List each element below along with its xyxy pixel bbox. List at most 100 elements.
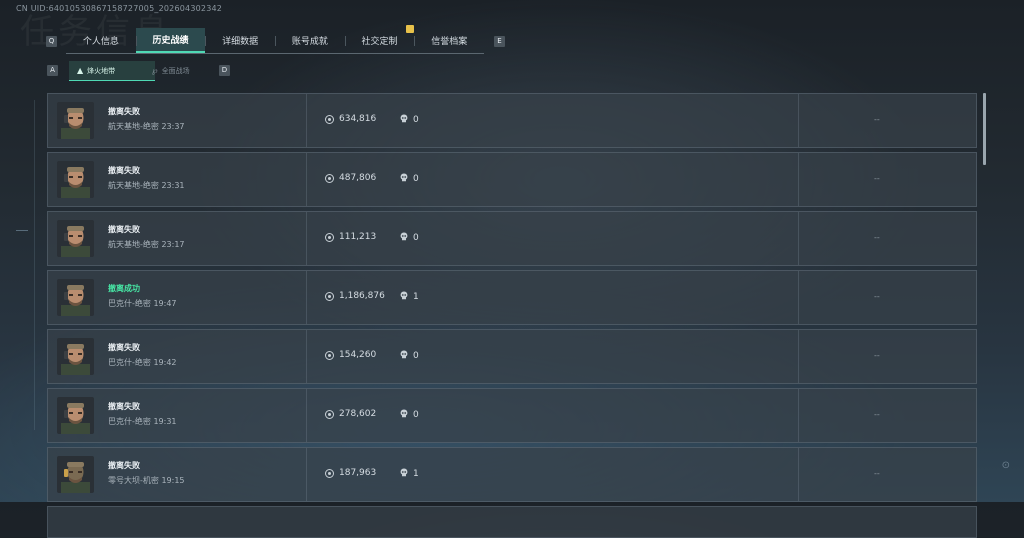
match-history-list: 撤离失败 航天基地-绝密 23:37 634,816 0 -- 撤离失败 航天基地-绝密 2… — [47, 93, 977, 538]
operator-avatar — [57, 161, 94, 198]
operations-icon: ▲ — [77, 66, 84, 75]
extra-info: -- — [874, 351, 880, 360]
coin-icon — [325, 232, 334, 242]
match-row-partial[interactable] — [47, 506, 977, 538]
column-divider — [798, 389, 799, 442]
match-row[interactable]: 撤离失败航天基地-绝密 23:31 487,806 0 -- — [47, 152, 977, 207]
map-name: 航天基地-绝密 — [108, 181, 159, 190]
map-name: 巴克什-绝密 — [108, 358, 151, 367]
subtab-battlefield-label: 全面战场 — [161, 66, 190, 75]
map-name: 航天基地-绝密 — [108, 122, 159, 131]
extracted-value: 111,213 — [325, 232, 376, 242]
match-result: 撤离失败 — [108, 225, 140, 234]
value-amount: 111,213 — [339, 232, 377, 242]
value-amount: 154,260 — [339, 350, 377, 360]
tab-3[interactable]: 账号成就 — [275, 28, 345, 53]
match-result: 撤离成功 — [108, 284, 140, 293]
operator-avatar — [57, 397, 94, 434]
column-divider — [306, 271, 307, 324]
player-uid: CN UID:6401053086715872​7005_20260430234… — [16, 4, 223, 13]
kill-count: 0 — [400, 409, 419, 421]
match-result: 撤离失败 — [108, 166, 140, 175]
match-time: 23:37 — [161, 122, 185, 131]
notification-badge-icon — [406, 25, 414, 33]
coin-icon — [325, 173, 334, 183]
subnav-next-key[interactable]: D — [219, 65, 230, 76]
match-row[interactable]: 撤离失败 零号大坝-机密 19:15 187,963 1 -- — [47, 447, 977, 502]
kill-count: 1 — [400, 468, 419, 480]
match-row[interactable]: 撤离成功巴克什-绝密 19:47 1,186,876 1 -- — [47, 270, 977, 325]
column-divider — [306, 389, 307, 442]
match-time: 19:31 — [153, 417, 177, 426]
kills-amount: 0 — [413, 233, 419, 243]
coin-icon — [325, 114, 334, 124]
match-result: 撤离失败 — [108, 461, 140, 470]
kill-count: 0 — [400, 232, 419, 244]
main-tabs: 个人信息 历史战绩 详细数据 账号成就 社交定制 信誉档案 — [66, 25, 484, 54]
column-divider — [798, 212, 799, 265]
operator-avatar — [57, 279, 94, 316]
operator-avatar — [57, 338, 94, 375]
extracted-value: 634,816 — [325, 114, 376, 124]
extra-info: -- — [874, 292, 880, 301]
map-name: 巴克什-绝密 — [108, 417, 151, 426]
extracted-value: 187,963 — [325, 468, 376, 478]
extra-info: -- — [874, 174, 880, 183]
extra-info: -- — [874, 115, 880, 124]
map-and-time: 巴克什-绝密 19:31 — [108, 416, 177, 427]
value-amount: 278,602 — [339, 409, 377, 419]
skull-icon — [400, 409, 408, 421]
match-row[interactable]: 撤离失败 巴克什-绝密 19:31 278,602 0 -- — [47, 388, 977, 443]
kill-count: 0 — [400, 173, 419, 185]
kills-amount: 0 — [413, 174, 419, 184]
kill-count: 0 — [400, 114, 419, 126]
map-and-time: 巴克什-绝密 19:47 — [108, 298, 177, 309]
battlefield-icon: ℘ — [152, 66, 158, 75]
kills-amount: 1 — [413, 292, 419, 302]
column-divider — [798, 448, 799, 501]
nav-next-key[interactable]: E — [494, 36, 505, 47]
match-row[interactable]: 撤离失败航天基地-绝密 23:17 111,213 0 -- — [47, 211, 977, 266]
skull-icon — [400, 173, 408, 185]
extracted-value: 278,602 — [325, 409, 376, 419]
coin-icon — [325, 350, 334, 360]
tab-1[interactable]: 历史战绩 — [135, 28, 206, 53]
subtab-battlefield[interactable]: ℘ 全面战场 — [144, 61, 220, 80]
value-amount: 634,816 — [339, 114, 377, 124]
column-divider — [306, 94, 307, 147]
tab-0[interactable]: 个人信息 — [66, 28, 136, 53]
map-and-time: 航天基地-绝密 23:37 — [108, 121, 185, 132]
column-divider — [798, 153, 799, 206]
kills-amount: 0 — [413, 115, 419, 125]
coin-icon — [325, 409, 334, 419]
match-time: 19:47 — [153, 299, 177, 308]
value-amount: 187,963 — [339, 468, 377, 478]
map-and-time: 零号大坝-机密 19:15 — [108, 475, 185, 486]
kills-amount: 0 — [413, 410, 419, 420]
tab-2[interactable]: 详细数据 — [205, 28, 275, 53]
skull-icon — [400, 114, 408, 126]
column-divider — [306, 212, 307, 265]
extracted-value: 487,806 — [325, 173, 376, 183]
scrollbar[interactable] — [983, 93, 986, 165]
corner-decor-icon: ⊙ — [1001, 460, 1010, 471]
value-amount: 1,186,876 — [339, 291, 385, 301]
map-name: 航天基地-绝密 — [108, 240, 159, 249]
extra-info: -- — [874, 233, 880, 242]
tab-4[interactable]: 社交定制 — [344, 28, 415, 53]
kills-amount: 0 — [413, 351, 419, 361]
map-and-time: 航天基地-绝密 23:17 — [108, 239, 185, 250]
match-time: 19:42 — [153, 358, 177, 367]
subtab-operations[interactable]: ▲ 烽火地带 — [69, 61, 155, 81]
subnav-prev-key[interactable]: A — [47, 65, 58, 76]
column-divider — [306, 153, 307, 206]
column-divider — [798, 271, 799, 324]
extracted-value: 154,260 — [325, 350, 376, 360]
tab-5[interactable]: 信誉档案 — [414, 28, 484, 53]
column-divider — [306, 330, 307, 383]
nav-prev-key[interactable]: Q — [46, 36, 57, 47]
match-row[interactable]: 撤离失败 巴克什-绝密 19:42 154,260 0 -- — [47, 329, 977, 384]
match-row[interactable]: 撤离失败 航天基地-绝密 23:37 634,816 0 -- — [47, 93, 977, 148]
column-divider — [306, 448, 307, 501]
match-time: 23:31 — [161, 181, 185, 190]
